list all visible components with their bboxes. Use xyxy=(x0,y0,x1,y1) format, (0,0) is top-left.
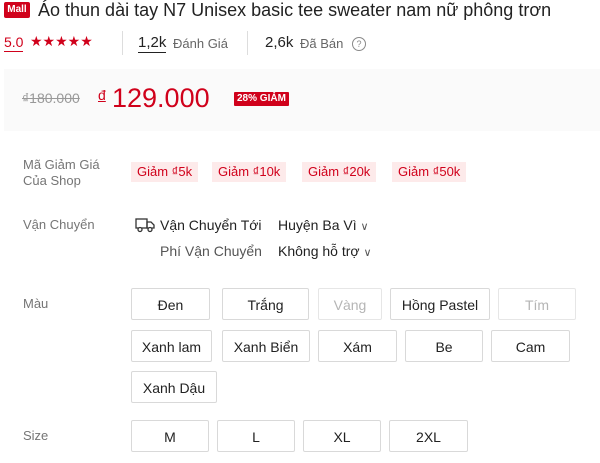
color-option[interactable]: Cam xyxy=(491,330,570,362)
color-option[interactable]: Xanh Dậu xyxy=(131,371,217,403)
ratings-count[interactable]: 1,2k xyxy=(138,34,167,53)
rating-stars-icon: ★★★★★ xyxy=(30,33,93,49)
divider xyxy=(247,31,248,55)
color-option[interactable]: Be xyxy=(405,330,483,362)
color-option[interactable]: Đen xyxy=(131,288,210,320)
voucher-tag[interactable]: Giảm ₫5k xyxy=(131,162,199,182)
ship-fee-label: Phí Vận Chuyển xyxy=(160,243,262,259)
ship-fee-selector[interactable]: Không hỗ trợ ∨ xyxy=(278,242,372,262)
size-option[interactable]: XL xyxy=(303,420,381,452)
price-section xyxy=(4,69,600,131)
size-option[interactable]: 2XL xyxy=(389,420,468,452)
ship-fee-value: Không hỗ trợ xyxy=(278,243,360,259)
chevron-down-icon: ∨ xyxy=(363,247,372,259)
truck-icon xyxy=(135,217,155,233)
currency-symbol: đ xyxy=(98,87,106,103)
color-option[interactable]: Tím xyxy=(498,288,576,320)
color-option[interactable]: Trắng xyxy=(222,288,309,320)
sold-label: Đã Bán xyxy=(300,36,344,51)
color-option[interactable]: Hồng Pastel xyxy=(390,288,490,320)
voucher-tag[interactable]: Giảm ₫50k xyxy=(392,162,467,182)
voucher-tag[interactable]: Giảm ₫10k xyxy=(212,162,287,182)
current-price: 129.000 xyxy=(112,83,210,113)
color-option[interactable]: Xanh lam xyxy=(131,330,212,362)
voucher-label-line2: Của Shop xyxy=(23,173,81,188)
color-option[interactable]: Xám xyxy=(318,330,397,362)
rating-value[interactable]: 5.0 xyxy=(4,34,24,52)
divider xyxy=(122,31,123,55)
discount-badge: 28% GIẢM xyxy=(234,92,289,106)
voucher-label-line1: Mã Giảm Giá xyxy=(23,157,100,172)
shipping-label: Vận Chuyển xyxy=(23,217,95,232)
sold-count: 2,6k xyxy=(265,34,294,51)
color-option[interactable]: Vàng xyxy=(318,288,382,320)
size-label: Size xyxy=(23,428,49,443)
chevron-down-icon: ∨ xyxy=(360,221,369,233)
color-label: Màu xyxy=(23,296,49,311)
mall-badge: Mall xyxy=(4,2,30,18)
ratings-label: Đánh Giá xyxy=(173,36,228,51)
voucher-label: Mã Giảm Giá Của Shop xyxy=(23,157,100,189)
original-price: ₫180.000 xyxy=(22,90,80,106)
ship-to-value: Huyện Ba Vì xyxy=(278,217,357,233)
color-option[interactable]: Xanh Biển xyxy=(222,330,310,362)
size-option[interactable]: L xyxy=(217,420,295,452)
ship-to-location[interactable]: Huyện Ba Vì ∨ xyxy=(278,216,369,236)
voucher-tag[interactable]: Giảm ₫20k xyxy=(302,162,377,182)
help-icon[interactable]: ? xyxy=(352,37,366,51)
size-option[interactable]: M xyxy=(131,420,209,452)
ship-to-label: Vận Chuyển Tới xyxy=(160,217,262,233)
product-title: Áo thun dài tay N7 Unisex basic tee swea… xyxy=(38,0,552,20)
